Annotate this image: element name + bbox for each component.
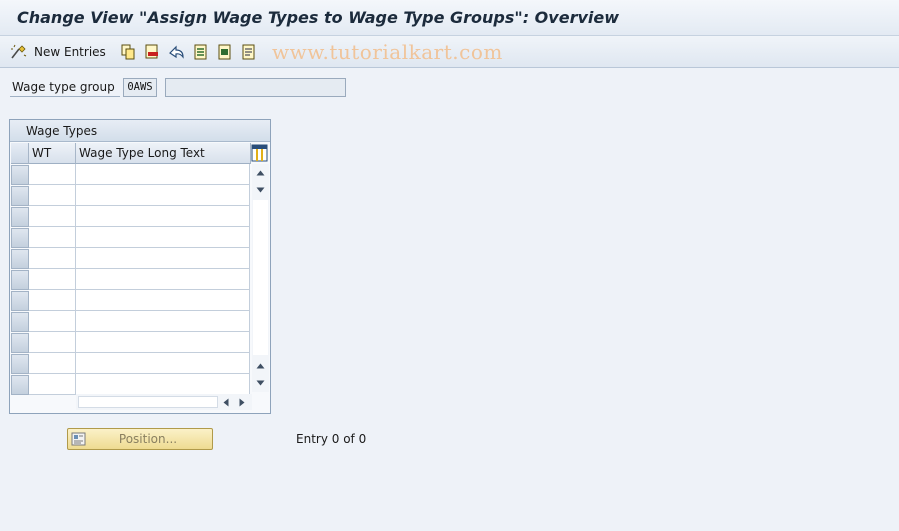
new-entries-label: New Entries [34,45,106,59]
delete-button[interactable] [144,44,160,60]
watermark-text: www.tutorialkart.com [272,40,503,64]
row-selector[interactable] [11,165,29,185]
wage-type-group-description-field [165,78,346,97]
row-selector[interactable] [11,270,29,290]
select-all-button[interactable] [193,44,209,60]
row-selector[interactable] [11,375,29,395]
scroll-down-icon[interactable] [252,181,269,198]
table-cell-wt[interactable] [29,332,76,353]
window-title: Change View "Assign Wage Types to Wage T… [17,8,619,27]
table-cell-wt[interactable] [29,374,76,395]
wage-types-table: Wage Types WT Wage Type Long Text [9,119,271,414]
scroll-page-down-icon[interactable] [252,374,269,391]
table-cell-long-text [76,206,250,227]
table-cell-long-text [76,290,250,311]
wage-type-group-row: Wage type group 0AWS [10,76,350,98]
undo-change-icon [169,45,184,59]
row-selector[interactable] [11,228,29,248]
entry-count: Entry 0 of 0 [296,432,367,446]
scroll-track[interactable] [253,200,268,355]
deselect-all-icon [242,44,255,60]
table-cell-wt[interactable] [29,164,76,185]
select-all-rows-button[interactable] [11,143,29,164]
table-cell-long-text [76,248,250,269]
table-cell-long-text [76,353,250,374]
table-settings-button[interactable] [251,144,268,162]
table-settings-icon [251,144,268,162]
copy-button[interactable] [120,44,136,60]
table-caption-text: Wage Types [26,124,98,138]
select-block-icon [218,44,231,60]
position-button-label: Position... [118,432,178,446]
scroll-right-icon[interactable] [235,394,249,410]
select-all-icon [194,44,207,60]
row-selector[interactable] [11,249,29,269]
table-cell-wt[interactable] [29,227,76,248]
table-cell-wt[interactable] [29,206,76,227]
vertical-scrollbar[interactable] [252,164,269,392]
title-bar: Change View "Assign Wage Types to Wage T… [0,0,899,36]
label-underline [10,96,120,97]
table-cell-long-text [76,374,250,395]
table-cell-long-text [76,332,250,353]
position-button[interactable]: Position... [67,428,213,450]
row-selector[interactable] [11,291,29,311]
row-selector[interactable] [11,207,29,227]
copy-icon [121,44,135,60]
table-cell-wt[interactable] [29,290,76,311]
table-cell-wt[interactable] [29,353,76,374]
table-cell-long-text [76,311,250,332]
horizontal-scrollbar[interactable] [76,394,252,410]
column-header-long-text[interactable]: Wage Type Long Text [76,143,251,164]
table-cell-long-text [76,269,250,290]
deselect-all-button[interactable] [241,44,257,60]
new-entries-icon [11,44,27,59]
wage-type-group-label: Wage type group [12,80,115,94]
row-selector[interactable] [11,333,29,353]
select-block-button[interactable] [217,44,233,60]
table-cell-long-text [76,164,250,185]
table-cell-wt[interactable] [29,185,76,206]
table-cell-wt[interactable] [29,248,76,269]
scroll-left-icon[interactable] [219,394,233,410]
undo-change-button[interactable] [168,44,186,60]
row-selector[interactable] [11,186,29,206]
table-caption: Wage Types [10,120,270,142]
scroll-page-up-icon[interactable] [252,357,269,374]
row-selector[interactable] [11,312,29,332]
scroll-up-icon[interactable] [252,164,269,181]
table-cell-long-text [76,227,250,248]
wage-type-group-field: 0AWS [123,78,157,97]
table-cell-wt[interactable] [29,269,76,290]
row-selector[interactable] [11,354,29,374]
table-cell-wt[interactable] [29,311,76,332]
column-header-wt[interactable]: WT [29,143,76,164]
table-cell-long-text [76,185,250,206]
new-entries-button[interactable]: New Entries [10,42,106,62]
application-toolbar: New Entries www.tutorialkart.com [0,36,899,68]
delete-icon [145,44,158,59]
horizontal-scroll-thumb[interactable] [78,396,218,408]
